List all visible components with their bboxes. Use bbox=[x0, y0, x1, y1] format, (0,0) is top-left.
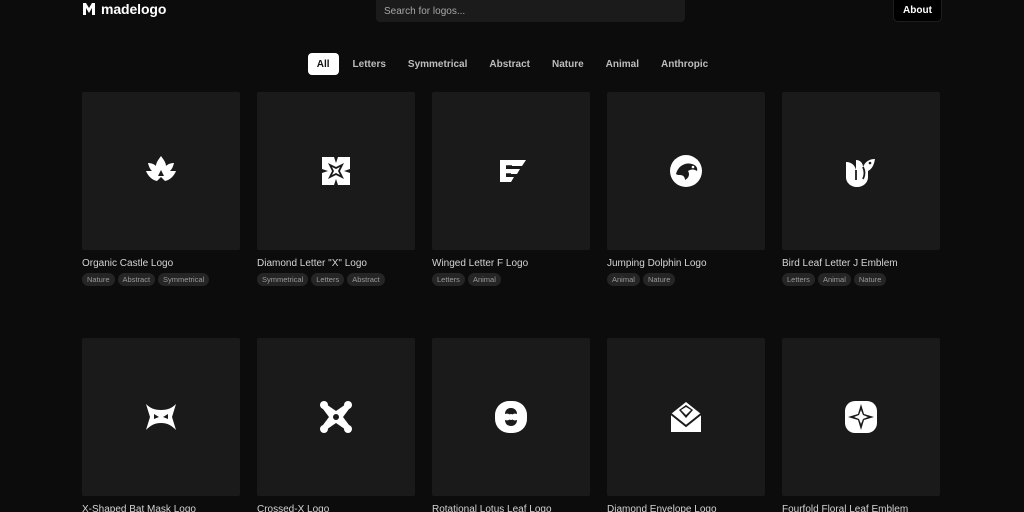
filter-symmetrical[interactable]: Symmetrical bbox=[400, 53, 475, 75]
tag-list: Letters Animal Nature bbox=[782, 273, 940, 286]
logo-thumbnail[interactable] bbox=[257, 92, 415, 250]
tag-badge[interactable]: Animal bbox=[607, 273, 640, 286]
lotus-leaf-icon bbox=[495, 401, 527, 433]
tag-badge[interactable]: Animal bbox=[817, 273, 851, 286]
filter-animal[interactable]: Animal bbox=[598, 53, 647, 75]
filter-letters[interactable]: Letters bbox=[345, 53, 394, 75]
tag-badge[interactable]: Animal bbox=[467, 273, 501, 286]
logo-thumbnail[interactable] bbox=[607, 338, 765, 496]
logo-card[interactable]: Crossed-X LogoLettersSymmetricalAnthropi… bbox=[257, 338, 415, 512]
logo-card[interactable]: Organic Castle Logo Nature Abstract Symmetr… bbox=[82, 92, 240, 286]
bird-leaf-icon bbox=[846, 159, 875, 187]
logo-thumbnail[interactable] bbox=[782, 338, 940, 496]
logo-title[interactable]: X-Shaped Bat Mask Logo bbox=[82, 504, 240, 512]
logo-card[interactable]: Winged Letter F Logo Letters Animal bbox=[432, 92, 590, 286]
tag-list: Nature Abstract Symmetrical bbox=[82, 273, 240, 286]
logo-card[interactable]: Bird Leaf Letter J Emblem Letters Animal Na… bbox=[782, 92, 940, 286]
tag-badge[interactable]: Nature bbox=[853, 273, 887, 286]
search-input[interactable] bbox=[376, 0, 685, 22]
brand-name: madelogo bbox=[101, 1, 167, 17]
filter-anthropic[interactable]: Anthropic bbox=[653, 53, 716, 75]
logo-card[interactable]: Jumping Dolphin Logo Animal Nature bbox=[607, 92, 765, 286]
bat-mask-icon bbox=[146, 404, 176, 430]
logo-title[interactable]: Bird Leaf Letter J Emblem bbox=[782, 258, 940, 269]
diamond-x-icon bbox=[322, 157, 350, 185]
logo-card[interactable]: Rotational Lotus Leaf LogoNatureAbstract bbox=[432, 338, 590, 512]
logo-title[interactable]: Organic Castle Logo bbox=[82, 258, 240, 269]
logo-title[interactable]: Diamond Envelope Logo bbox=[607, 504, 765, 512]
filter-all[interactable]: All bbox=[307, 53, 339, 75]
brand[interactable]: madelogo bbox=[82, 1, 166, 17]
logo-card[interactable]: Diamond Envelope LogoAnthropicAbstract bbox=[607, 338, 765, 512]
tag-badge[interactable]: Nature bbox=[642, 273, 676, 286]
crossed-x-icon bbox=[320, 401, 352, 433]
tag-list: Animal Nature bbox=[607, 273, 765, 286]
logo-thumbnail[interactable] bbox=[432, 338, 590, 496]
search-bar[interactable] bbox=[376, 0, 685, 22]
logo-thumbnail[interactable] bbox=[607, 92, 765, 250]
tag-badge[interactable]: Abstract bbox=[117, 273, 156, 286]
logo-title[interactable]: Winged Letter F Logo bbox=[432, 258, 590, 269]
logo-title[interactable]: Crossed-X Logo bbox=[257, 504, 415, 512]
logo-thumbnail[interactable] bbox=[82, 92, 240, 250]
tag-badge[interactable]: Abstract bbox=[347, 273, 385, 286]
logo-title[interactable]: Jumping Dolphin Logo bbox=[607, 258, 765, 269]
logo-card[interactable]: Diamond Letter "X" Logo Symmetrical Letter… bbox=[257, 92, 415, 286]
logo-thumbnail[interactable] bbox=[82, 338, 240, 496]
filter-abstract[interactable]: Abstract bbox=[481, 53, 538, 75]
logo-title[interactable]: Rotational Lotus Leaf Logo bbox=[432, 504, 590, 512]
logo-card[interactable]: X-Shaped Bat Mask LogoAnthropicLettersAn… bbox=[82, 338, 240, 512]
tag-badge[interactable]: Letters bbox=[432, 273, 465, 286]
tag-badge[interactable]: Letters bbox=[782, 273, 815, 286]
tag-badge[interactable]: Symmetrical bbox=[158, 273, 210, 286]
tag-badge[interactable]: Symmetrical bbox=[257, 273, 309, 286]
logo-thumbnail[interactable] bbox=[257, 338, 415, 496]
filter-nature[interactable]: Nature bbox=[544, 53, 592, 75]
tag-list: Letters Animal bbox=[432, 273, 590, 286]
diamond-envelope-icon bbox=[670, 402, 702, 432]
tag-list: Symmetrical Letters Abstract bbox=[257, 273, 415, 286]
about-button[interactable]: About bbox=[893, 0, 942, 22]
logo-title[interactable]: Diamond Letter "X" Logo bbox=[257, 258, 415, 269]
top-bar: madelogo About bbox=[0, 0, 1024, 24]
category-filters: All Letters Symmetrical Abstract Nature Anima… bbox=[0, 53, 1024, 75]
logo-grid: Organic Castle Logo Nature Abstract Symmetr… bbox=[82, 92, 940, 512]
logo-card[interactable]: Fourfold Floral Leaf EmblemNatureAbstrac… bbox=[782, 338, 940, 512]
organic-castle-icon bbox=[146, 156, 176, 181]
winged-f-icon bbox=[500, 160, 526, 182]
dolphin-icon bbox=[670, 155, 702, 187]
logo-thumbnail[interactable] bbox=[782, 92, 940, 250]
logo-title[interactable]: Fourfold Floral Leaf Emblem bbox=[782, 504, 940, 512]
tag-badge[interactable]: Letters bbox=[311, 273, 345, 286]
logo-thumbnail[interactable] bbox=[432, 92, 590, 250]
m-logo-icon bbox=[83, 3, 95, 15]
tag-badge[interactable]: Nature bbox=[82, 273, 115, 286]
floral-leaf-icon bbox=[845, 401, 877, 433]
